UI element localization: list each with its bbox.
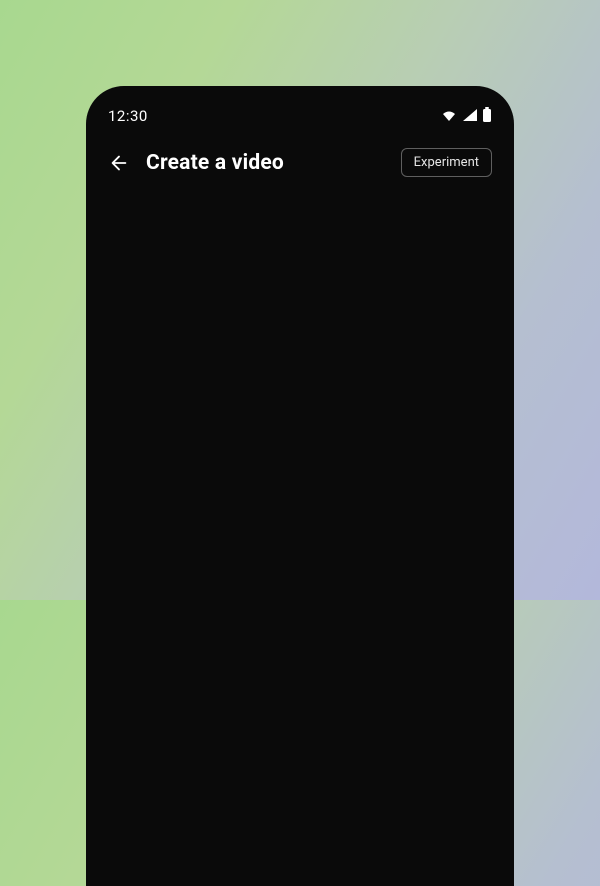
phone-frame: 12:30 <box>86 86 514 886</box>
experiment-button[interactable]: Experiment <box>401 148 492 177</box>
status-bar: 12:30 <box>108 104 492 128</box>
battery-icon <box>482 107 492 126</box>
wifi-icon <box>440 107 458 126</box>
header-left: Create a video <box>108 151 284 175</box>
status-icons <box>440 107 492 126</box>
page-title: Create a video <box>146 151 284 175</box>
status-time: 12:30 <box>108 107 148 125</box>
back-arrow-icon[interactable] <box>108 152 130 174</box>
content-area <box>108 177 492 577</box>
page-header: Create a video Experiment <box>108 148 492 177</box>
cellular-icon <box>462 107 478 126</box>
